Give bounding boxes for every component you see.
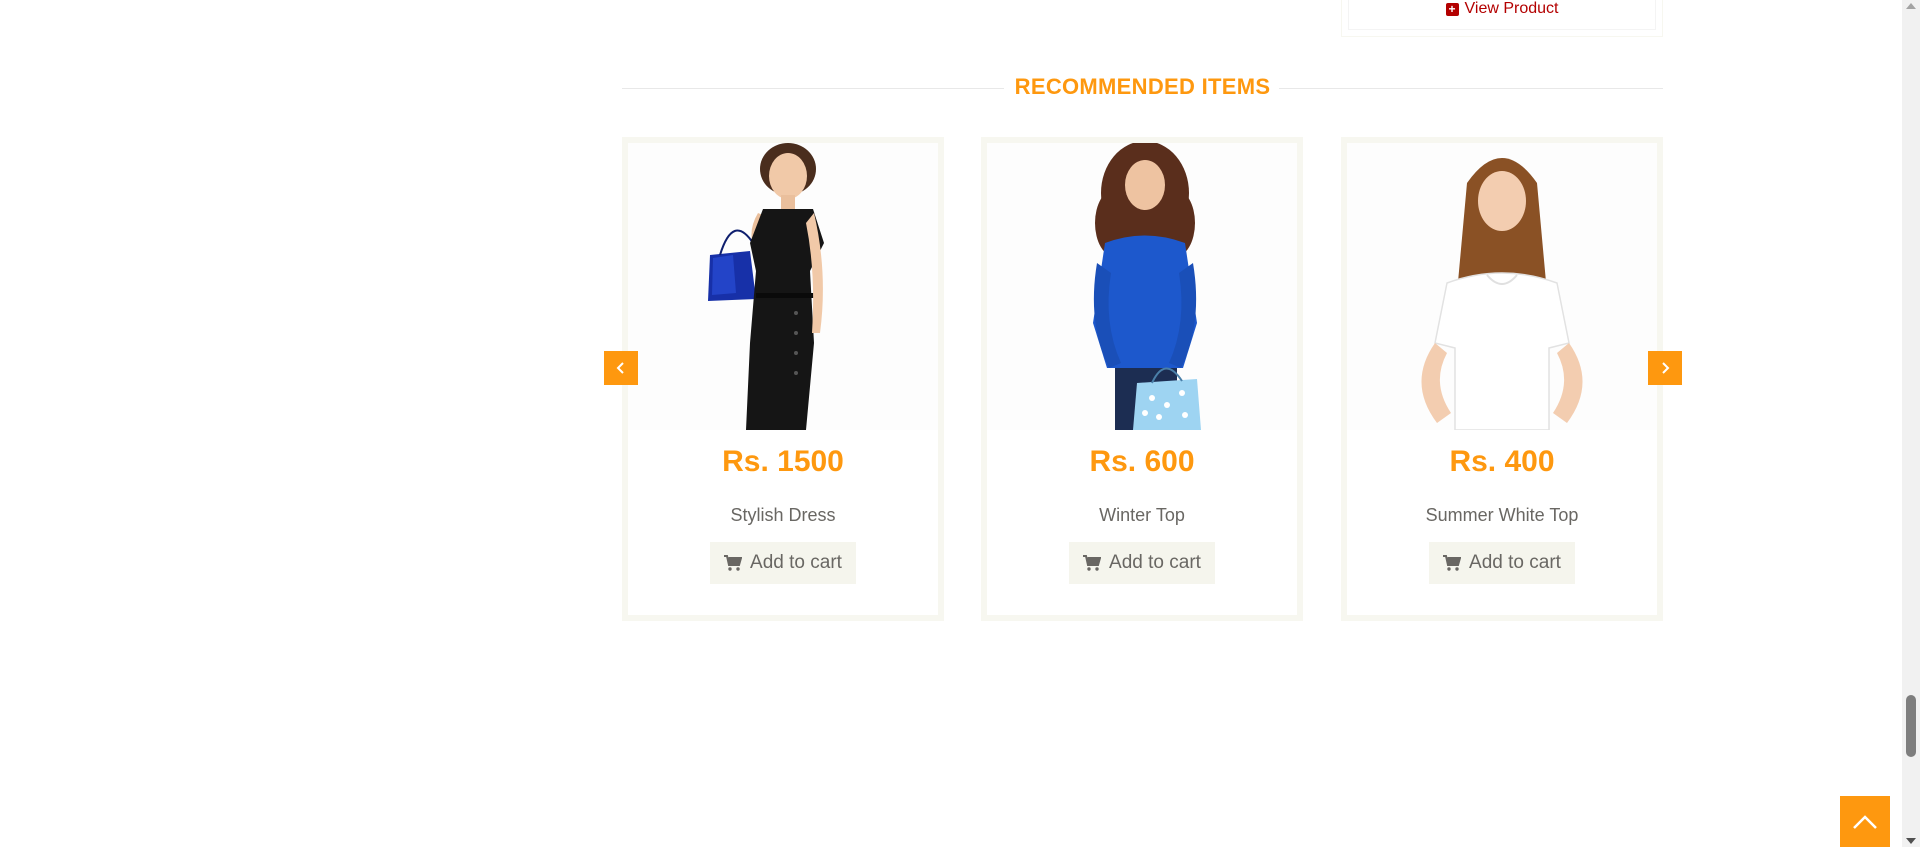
- product-image: [628, 143, 938, 430]
- add-to-cart-label: Add to cart: [750, 552, 842, 573]
- title-divider-right: [1279, 88, 1663, 89]
- shopping-cart-icon: [1443, 555, 1462, 571]
- scrollbar-down-arrow-icon[interactable]: [1906, 838, 1916, 844]
- plus-square-icon: +: [1445, 3, 1459, 16]
- vertical-scrollbar[interactable]: [1902, 0, 1920, 847]
- previous-card-inner: + View Product: [1348, 0, 1656, 30]
- product-price: Rs. 1500: [722, 445, 844, 478]
- product-name: Winter Top: [1099, 505, 1185, 525]
- previous-product-card: + View Product: [1341, 0, 1663, 37]
- view-product-label: View Product: [1464, 0, 1559, 17]
- add-to-cart-button[interactable]: Add to cart: [710, 542, 856, 584]
- add-to-cart-label: Add to cart: [1469, 552, 1561, 573]
- product-image: [987, 143, 1297, 430]
- add-to-cart-label: Add to cart: [1109, 552, 1201, 573]
- product-name: Summer White Top: [1425, 505, 1579, 525]
- carousel-next-button[interactable]: [1648, 351, 1682, 385]
- product-price: Rs. 400: [1449, 445, 1555, 478]
- recommended-items-heading: RECOMMENDED ITEMS: [622, 72, 1663, 102]
- product-price: Rs. 600: [1089, 445, 1195, 478]
- scroll-to-top-button[interactable]: [1840, 796, 1890, 847]
- product-card: Rs. 600 Winter Top Add to cart: [981, 137, 1303, 621]
- shopping-cart-icon: [1083, 555, 1102, 571]
- add-to-cart-button[interactable]: Add to cart: [1429, 542, 1575, 584]
- carousel-prev-button[interactable]: [604, 351, 638, 385]
- section-title: RECOMMENDED ITEMS: [1014, 74, 1271, 99]
- product-image: [1347, 143, 1657, 430]
- scrollbar-up-arrow-icon[interactable]: [1906, 3, 1916, 9]
- shopping-cart-icon: [724, 555, 743, 571]
- add-to-cart-button[interactable]: Add to cart: [1069, 542, 1215, 584]
- chevron-right-icon: [1662, 362, 1670, 374]
- product-name: Stylish Dress: [730, 505, 836, 525]
- view-product-link[interactable]: + View Product: [1349, 0, 1655, 18]
- product-card: Rs. 400 Summer White Top Add to cart: [1341, 137, 1663, 621]
- scrollbar-thumb[interactable]: [1906, 695, 1916, 757]
- chevron-up-icon: [1853, 814, 1877, 829]
- chevron-left-icon: [616, 362, 624, 374]
- product-card: Rs. 1500 Stylish Dress Add to cart: [622, 137, 944, 621]
